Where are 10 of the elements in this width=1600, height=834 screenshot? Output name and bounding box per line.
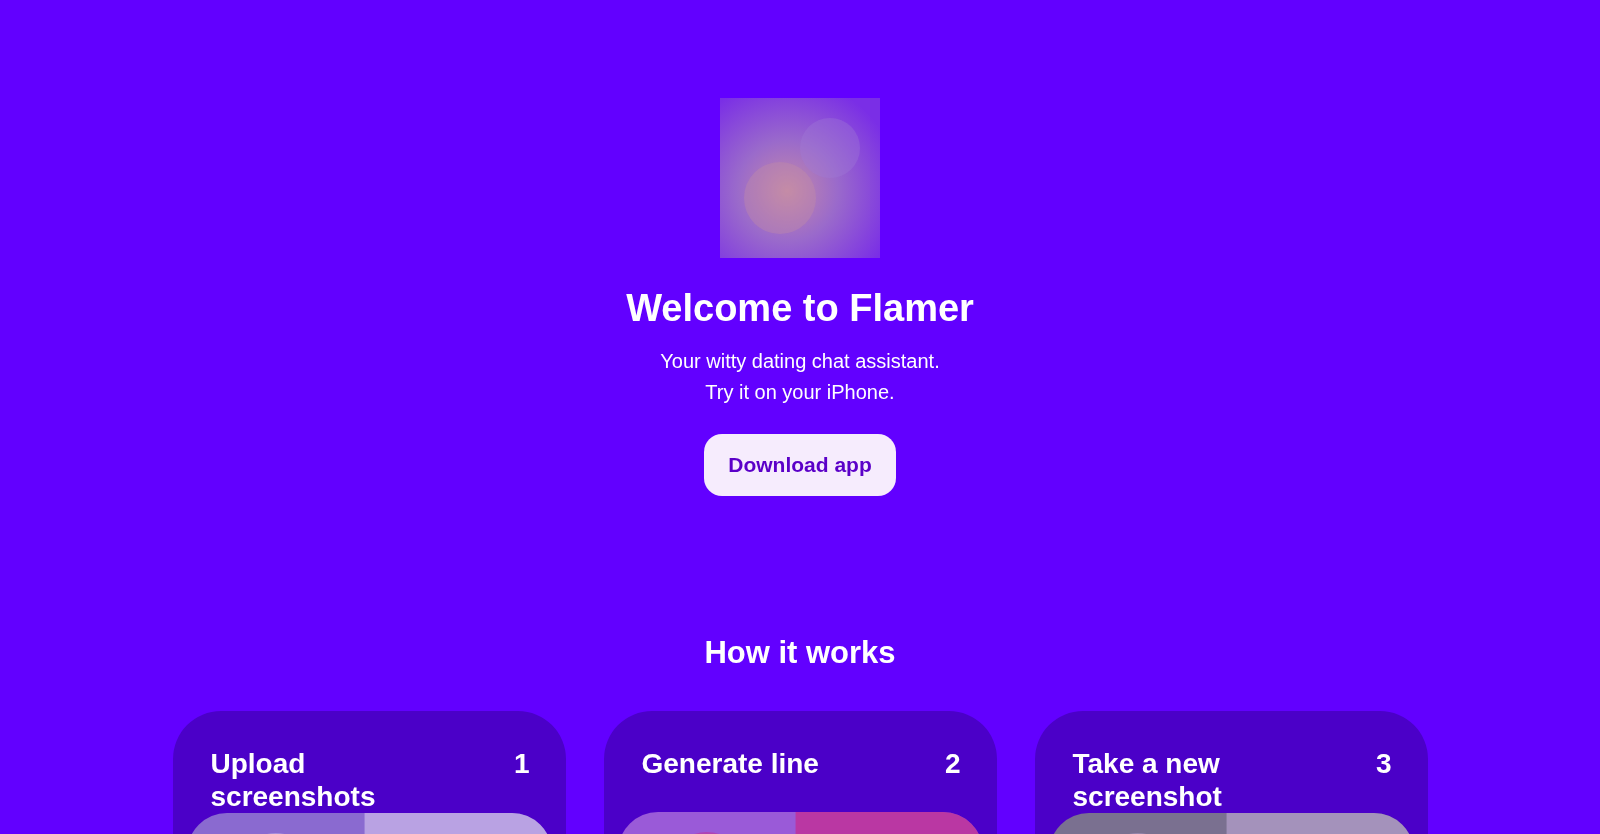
step-title: Take a new screenshot bbox=[1072, 746, 1223, 813]
step-number: 2 bbox=[944, 746, 961, 780]
section-heading: How it works bbox=[704, 633, 896, 671]
step-number: 3 bbox=[1375, 746, 1392, 780]
welcome-title: Welcome to Flamer bbox=[626, 286, 974, 331]
step-title: Upload screenshots bbox=[210, 746, 377, 813]
download-button[interactable]: Download app bbox=[704, 433, 896, 496]
tagline: Your witty dating chat assistant. Try it on your iPhone. bbox=[660, 348, 940, 405]
step-number: 1 bbox=[513, 746, 530, 780]
step-title: Generate line bbox=[641, 746, 820, 780]
